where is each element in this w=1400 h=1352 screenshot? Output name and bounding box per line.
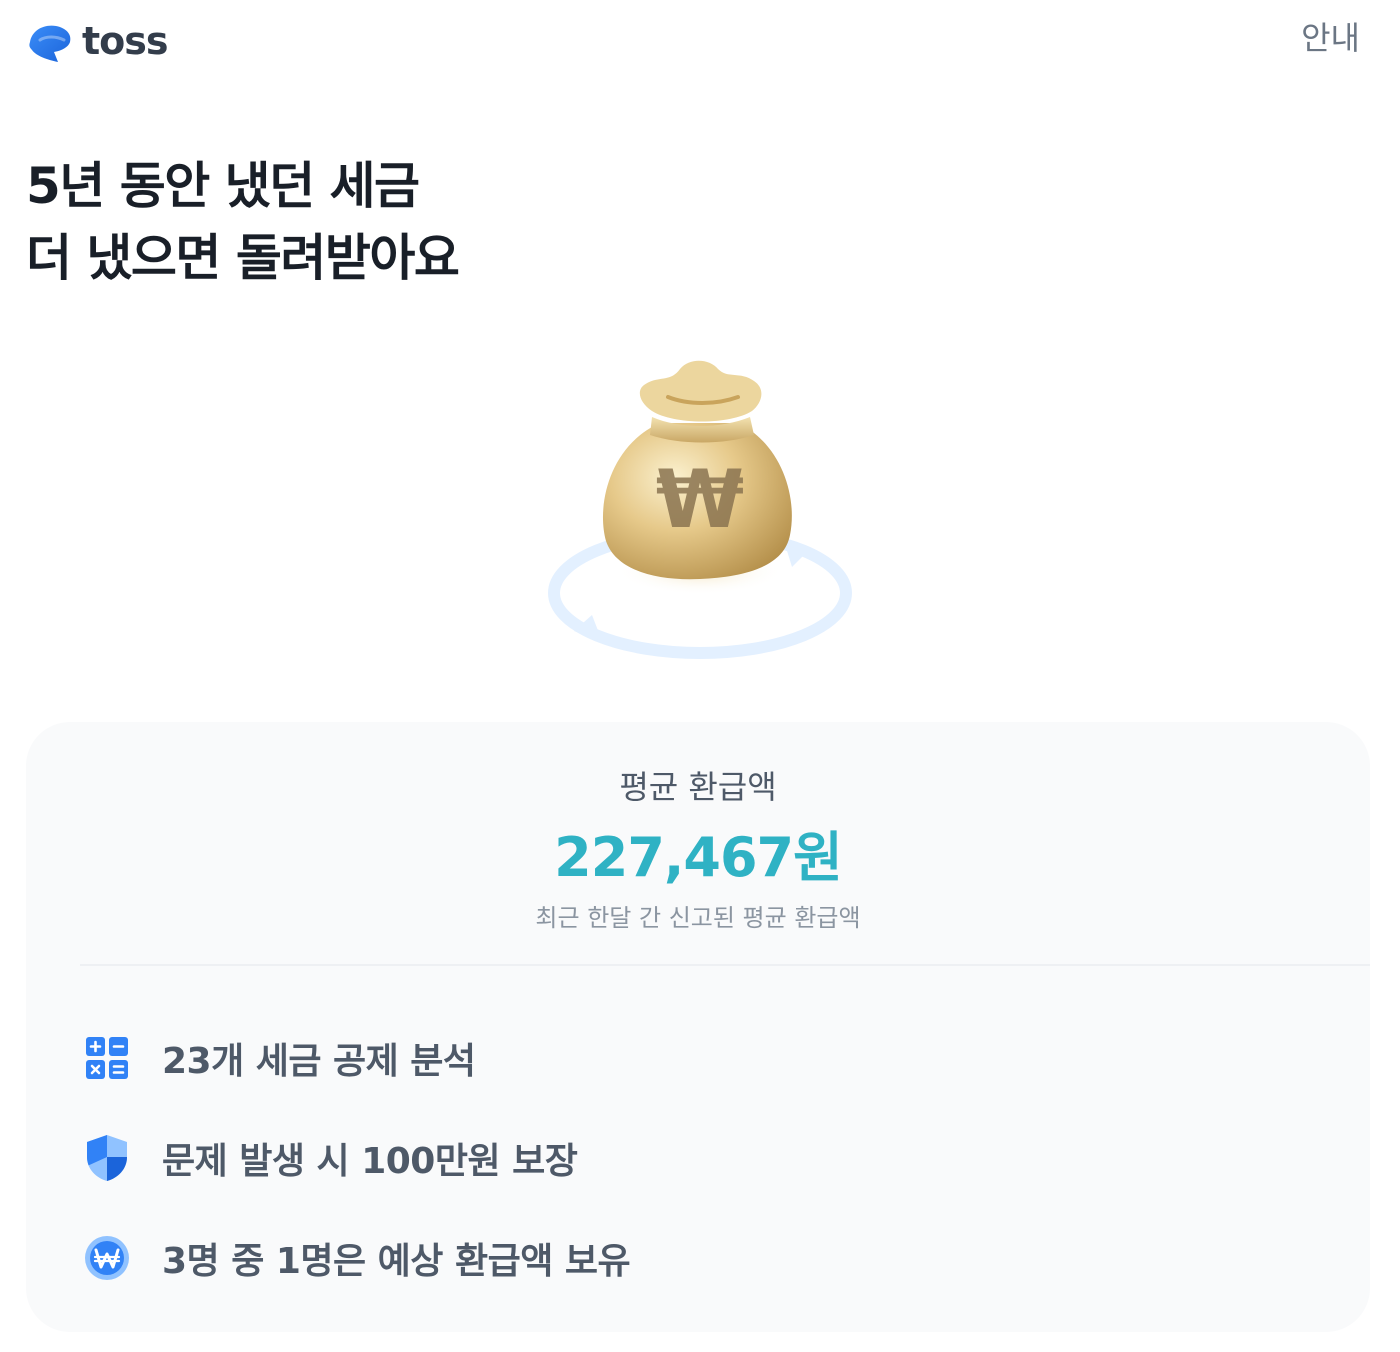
app-header: toss 안내	[0, 0, 1400, 84]
toss-logo-text: toss	[82, 19, 169, 63]
average-refund-value: 227,467원	[554, 826, 843, 889]
won-coin-icon	[82, 1233, 132, 1283]
money-bag-illustration: ₩	[540, 345, 860, 665]
page-title-line-1: 5년 동안 냈던 세금	[26, 157, 420, 215]
toss-logo[interactable]: toss	[26, 18, 169, 64]
feature-item-guarantee: 문제 발생 시 100만원 보장	[82, 1108, 630, 1208]
money-bag-icon: ₩	[548, 360, 852, 659]
feature-list: 23개 세금 공제 분석 문제 발생 시 100만원 보장 3명 중 1명은 예…	[82, 1008, 631, 1308]
page-title: 5년 동안 냈던 세금 더 냈으면 돌려받아요	[26, 150, 460, 294]
average-refund-caption: 최근 한달 간 신고된 평균 환급액	[535, 904, 861, 932]
average-refund-label: 평균 환급액	[619, 768, 777, 806]
calculator-icon	[82, 1033, 132, 1083]
refund-summary-card: 평균 환급액 227,467원 최근 한달 간 신고된 평균 환급액 23개 세…	[26, 722, 1370, 1332]
info-button[interactable]: 안내	[1301, 22, 1360, 54]
feature-text: 3명 중 1명은 예상 환급액 보유	[162, 1241, 631, 1282]
toss-logo-icon	[29, 25, 71, 62]
feature-text: 문제 발생 시 100만원 보장	[162, 1141, 578, 1182]
feature-item-deduction: 23개 세금 공제 분석	[82, 1008, 630, 1108]
feature-text: 23개 세금 공제 분석	[162, 1041, 476, 1082]
shield-icon	[82, 1133, 132, 1183]
page-title-line-2: 더 냈으면 돌려받아요	[26, 229, 460, 287]
card-divider	[80, 964, 1370, 966]
svg-text:₩: ₩	[656, 453, 744, 546]
feature-item-expected-refund: 3명 중 1명은 예상 환급액 보유	[82, 1208, 631, 1308]
